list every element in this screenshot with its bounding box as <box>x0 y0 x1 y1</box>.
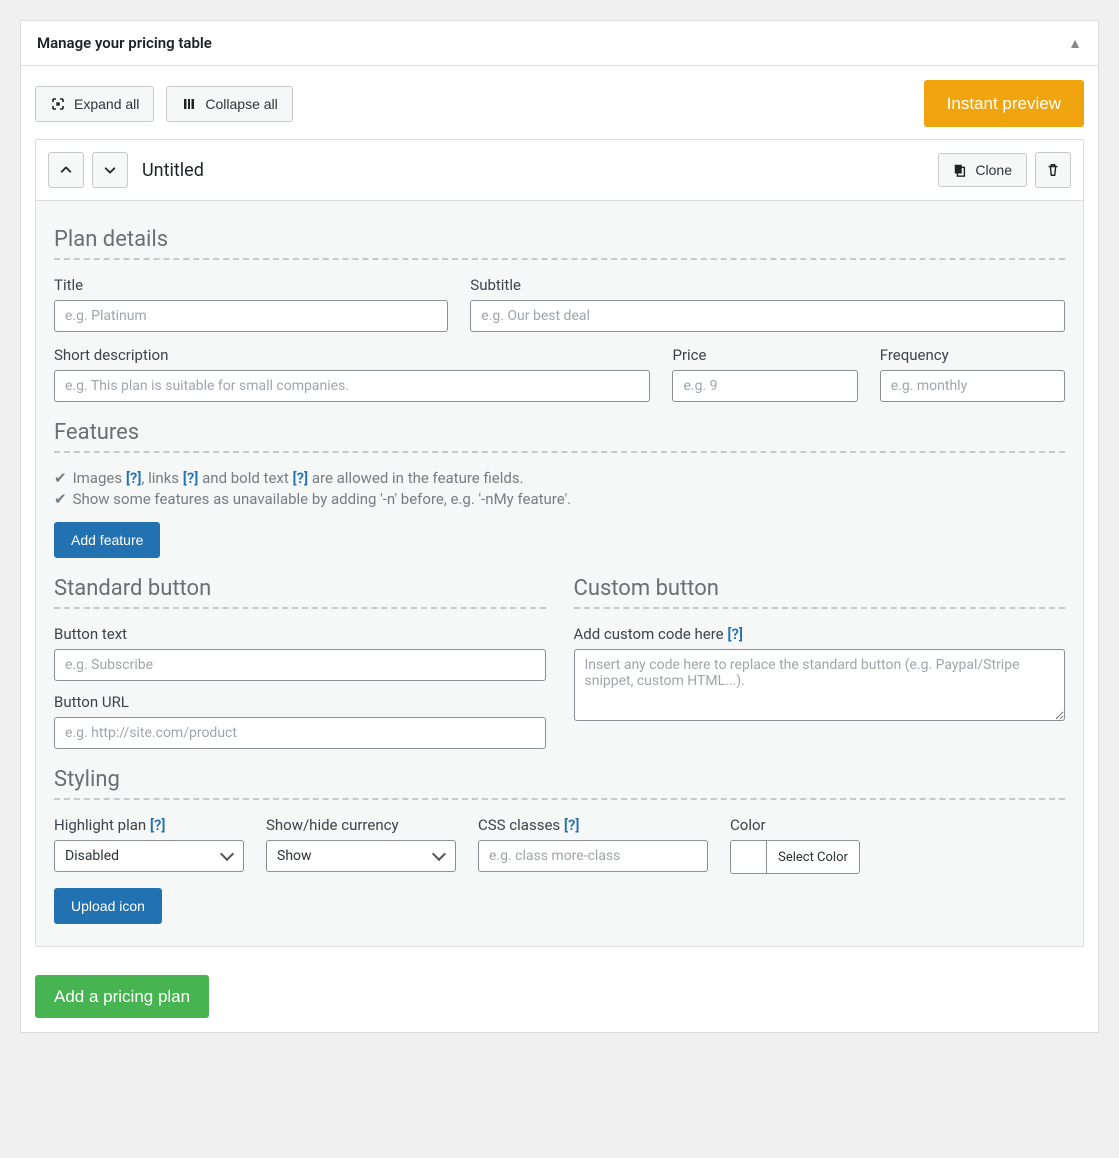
section-title-styling: Styling <box>54 767 1065 792</box>
help-link-images[interactable]: [?] <box>126 469 142 487</box>
help-link-css[interactable]: [?] <box>564 816 580 834</box>
label-button-text: Button text <box>54 625 546 643</box>
short-description-input[interactable] <box>54 370 650 402</box>
delete-plan-button[interactable] <box>1035 152 1071 188</box>
check-icon: ✔ <box>54 469 67 487</box>
help-link-bold[interactable]: [?] <box>293 469 309 487</box>
plan-title: Untitled <box>142 160 204 181</box>
label-subtitle: Subtitle <box>470 276 1065 294</box>
move-plan-up-button[interactable] <box>48 152 84 188</box>
plan-body: Plan details Title Subtitle Short descri… <box>36 201 1083 946</box>
panel-title: Manage your pricing table <box>37 34 212 52</box>
frequency-input[interactable] <box>880 370 1065 402</box>
feature-note-1: ✔ Images [?], links [?] and bold text [?… <box>54 469 1065 487</box>
button-url-input[interactable] <box>54 717 546 749</box>
panel-header[interactable]: Manage your pricing table ▲ <box>21 21 1098 66</box>
plan-card-header: Untitled Clone <box>36 140 1083 201</box>
collapse-panel-icon[interactable]: ▲ <box>1068 35 1082 52</box>
label-highlight-plan: Highlight plan [?] <box>54 816 244 834</box>
add-pricing-plan-label: Add a pricing plan <box>54 988 190 1005</box>
clone-icon <box>953 163 967 177</box>
help-link-custom-code[interactable]: [?] <box>727 625 743 643</box>
upload-icon-button[interactable]: Upload icon <box>54 888 162 924</box>
divider <box>574 607 1066 609</box>
label-custom-code: Add custom code here [?] <box>574 625 1066 643</box>
label-color: Color <box>730 816 880 834</box>
toolbar: Expand all Collapse all Instant preview <box>21 66 1098 139</box>
expand-icon <box>50 96 66 112</box>
help-link-highlight[interactable]: [?] <box>150 816 166 834</box>
plan-card: Untitled Clone Plan details Title <box>35 139 1084 947</box>
title-input[interactable] <box>54 300 448 332</box>
highlight-plan-select[interactable]: Disabled <box>54 840 244 872</box>
chevron-up-icon <box>59 163 73 177</box>
subtitle-input[interactable] <box>470 300 1065 332</box>
css-classes-input[interactable] <box>478 840 708 872</box>
help-link-links[interactable]: [?] <box>183 469 199 487</box>
button-text-input[interactable] <box>54 649 546 681</box>
section-title-plan-details: Plan details <box>54 227 1065 252</box>
expand-all-button[interactable]: Expand all <box>35 86 154 122</box>
show-currency-select[interactable]: Show <box>266 840 456 872</box>
clone-label: Clone <box>975 163 1012 177</box>
panel-footer: Add a pricing plan <box>21 961 1098 1032</box>
price-input[interactable] <box>672 370 857 402</box>
chevron-down-icon <box>103 163 117 177</box>
add-pricing-plan-button[interactable]: Add a pricing plan <box>35 975 209 1018</box>
custom-code-textarea[interactable] <box>574 649 1066 721</box>
add-feature-label: Add feature <box>71 533 143 547</box>
divider <box>54 258 1065 260</box>
label-button-url: Button URL <box>54 693 546 711</box>
collapse-icon <box>181 96 197 112</box>
expand-all-label: Expand all <box>74 97 139 111</box>
upload-icon-label: Upload icon <box>71 899 145 913</box>
divider <box>54 798 1065 800</box>
check-icon: ✔ <box>54 490 67 508</box>
label-show-currency: Show/hide currency <box>266 816 456 834</box>
divider <box>54 607 546 609</box>
label-title: Title <box>54 276 448 294</box>
trash-icon <box>1046 163 1060 177</box>
label-price: Price <box>672 346 857 364</box>
collapse-all-label: Collapse all <box>205 97 277 111</box>
label-css-classes: CSS classes [?] <box>478 816 708 834</box>
label-frequency: Frequency <box>880 346 1065 364</box>
collapse-all-button[interactable]: Collapse all <box>166 86 292 122</box>
pricing-table-panel: Manage your pricing table ▲ Expand all C… <box>20 20 1099 1033</box>
section-title-features: Features <box>54 420 1065 445</box>
section-title-standard-button: Standard button <box>54 576 546 601</box>
clone-plan-button[interactable]: Clone <box>938 153 1027 187</box>
divider <box>54 451 1065 453</box>
instant-preview-label: Instant preview <box>947 95 1061 112</box>
select-color-label: Select Color <box>767 841 859 873</box>
add-feature-button[interactable]: Add feature <box>54 522 160 558</box>
move-plan-down-button[interactable] <box>92 152 128 188</box>
color-swatch <box>731 841 767 873</box>
feature-note-2: ✔ Show some features as unavailable by a… <box>54 490 1065 508</box>
color-picker[interactable]: Select Color <box>730 840 860 874</box>
label-short-description: Short description <box>54 346 650 364</box>
instant-preview-button[interactable]: Instant preview <box>924 80 1084 127</box>
section-title-custom-button: Custom button <box>574 576 1066 601</box>
